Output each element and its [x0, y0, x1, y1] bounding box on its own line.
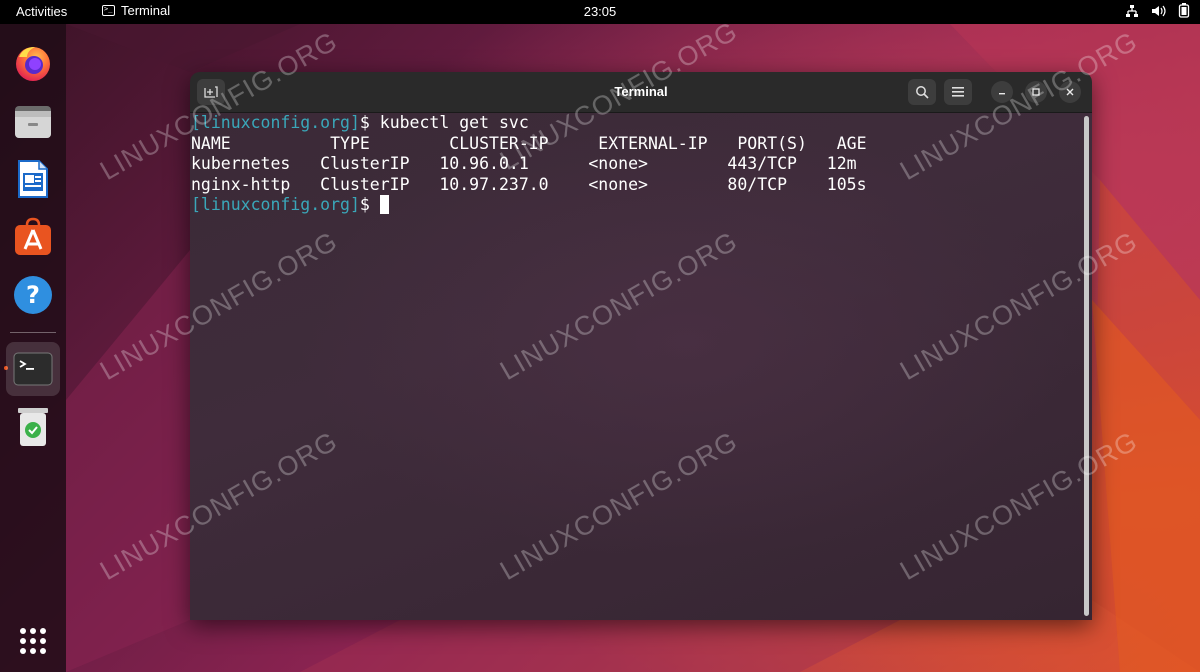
svg-text:?: ?	[26, 281, 40, 309]
hamburger-icon	[952, 87, 964, 97]
search-button[interactable]	[908, 79, 936, 105]
close-button[interactable]	[1059, 81, 1081, 103]
title-bar[interactable]: Terminal	[190, 72, 1092, 113]
terminal-icon	[13, 352, 53, 386]
app-menu[interactable]: >_ Terminal	[102, 3, 170, 18]
search-icon	[916, 86, 929, 99]
firefox-icon	[16, 47, 50, 81]
top-bar: Activities >_ Terminal 23:05	[0, 0, 1200, 24]
shell-prompt: [linuxconfig.org]	[191, 113, 360, 132]
dock-terminal[interactable]	[6, 342, 60, 396]
output-row: kubernetes ClusterIP 10.96.0.1 <none> 44…	[191, 154, 857, 173]
minimize-icon	[999, 93, 1005, 95]
dock-separator	[10, 332, 56, 333]
terminal-output: [linuxconfig.org]$ kubectl get svc NAME …	[191, 113, 867, 216]
dock-show-apps[interactable]	[10, 618, 56, 664]
clock[interactable]: 23:05	[584, 4, 617, 19]
volume-icon	[1152, 5, 1166, 16]
terminal-line-command: [linuxconfig.org]$ kubectl get svc	[191, 113, 867, 134]
terminal-content[interactable]: [linuxconfig.org]$ kubectl get svc NAME …	[190, 113, 1092, 620]
activities-button[interactable]: Activities	[16, 4, 67, 19]
terminal-app-icon: >_	[102, 5, 115, 16]
network-icon	[1126, 4, 1138, 17]
text-cursor	[379, 195, 389, 214]
scrollbar[interactable]	[1084, 116, 1089, 616]
terminal-window[interactable]: Terminal [linuxconfig.org]$ kubectl get …	[190, 72, 1092, 620]
output-row: nginx-http ClusterIP 10.97.237.0 <none> …	[191, 174, 867, 194]
software-icon	[15, 217, 51, 255]
help-icon: ?	[14, 276, 52, 314]
close-icon	[1066, 88, 1074, 96]
minimize-button[interactable]	[991, 81, 1013, 103]
command-text: $ kubectl get svc	[359, 113, 529, 132]
dock-writer[interactable]	[10, 156, 56, 202]
dock-trash[interactable]	[10, 404, 56, 450]
prompt-suffix: $	[359, 195, 380, 214]
system-tray[interactable]	[1125, 3, 1190, 18]
writer-icon	[18, 160, 48, 198]
app-menu-label: Terminal	[121, 3, 171, 18]
battery-icon	[1178, 3, 1190, 18]
terminal-line-prompt: [linuxconfig.org]$	[191, 195, 867, 216]
dock-files[interactable]	[10, 98, 56, 144]
shell-prompt: [linuxconfig.org]	[191, 195, 360, 214]
files-icon	[15, 106, 51, 138]
output-header: NAME TYPE CLUSTER-IP EXTERNAL-IP PORT(S)…	[191, 133, 867, 153]
maximize-icon	[1032, 88, 1040, 96]
dock: ?	[0, 24, 66, 672]
dock-help[interactable]: ?	[10, 272, 56, 318]
dock-firefox[interactable]	[10, 40, 56, 86]
show-apps-icon	[20, 628, 46, 654]
dock-software[interactable]	[10, 214, 56, 260]
trash-icon	[18, 408, 48, 446]
menu-button[interactable]	[944, 79, 972, 105]
maximize-button[interactable]	[1025, 81, 1047, 103]
